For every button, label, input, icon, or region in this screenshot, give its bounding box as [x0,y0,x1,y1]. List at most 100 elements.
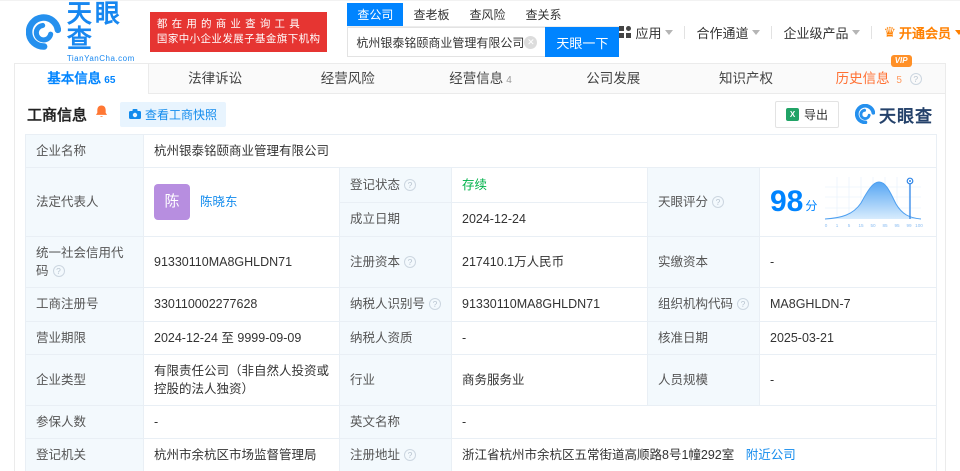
help-icon[interactable] [404,449,417,461]
divider [771,25,773,39]
field-label: 营业期限 [25,320,144,355]
legal-rep-link[interactable]: 陈晓东 [200,193,238,211]
nav-enterprise-products[interactable]: 企业级产品 [783,23,861,42]
tab-history-info[interactable]: 历史信息 VIP 5 [812,55,945,93]
score-value: 98 [770,185,804,219]
help-icon[interactable] [404,178,417,191]
field-label: 企业类型 [25,353,144,406]
tab-legal-proceedings[interactable]: 法律诉讼 [149,64,282,93]
section-toolbar: 工商信息 查看工商快照 X 导出 天眼查 [15,94,945,134]
search-tab-boss[interactable]: 查老板 [403,3,459,26]
field-label: 核准日期 [647,320,760,355]
watermark-logo: 天眼查 [855,102,933,127]
field-label: 天眼评分 [647,167,760,238]
field-label: 英文名称 [339,404,452,440]
field-label: 统一社会信用代码 [25,236,144,289]
clear-search-icon[interactable]: ✕ [524,35,538,49]
watermark-text: 天眼查 [879,106,933,126]
vip-badge: VIP [890,55,912,67]
slogan-badge: 都在用的商业查询工具 国家中小企业发展子基金旗下机构 [149,11,328,53]
tab-company-development[interactable]: 公司发展 [547,64,680,93]
help-icon[interactable] [712,196,725,209]
slogan-line1: 都在用的商业查询工具 [156,17,304,30]
reg-status-value: 存续 [451,167,648,203]
business-term-value: 2024-12-24 至 9999-09-09 [143,320,340,355]
crown-icon: ♛ [883,23,897,40]
help-icon[interactable] [404,256,417,269]
english-name-value: - [451,404,937,440]
search-tab-company[interactable]: 查公司 [347,3,404,26]
search-input[interactable]: 杭州银泰铭颐商业管理有限公司 ✕ [347,27,546,57]
svg-text:5: 5 [848,223,851,228]
logo-title: 天眼查 [66,0,123,53]
company-name-value: 杭州银泰铭颐商业管理有限公司 [143,133,937,169]
paid-capital-value: - [759,236,937,289]
svg-text:99: 99 [907,223,913,228]
table-row: 企业名称 杭州银泰铭颐商业管理有限公司 [25,133,937,169]
field-label: 工商注册号 [25,287,144,322]
tab-operation-info[interactable]: 经营信息 4 [414,64,547,93]
app-grid-icon [619,26,632,38]
field-label: 成立日期 [339,201,452,238]
help-icon[interactable] [737,298,750,311]
org-code-value: MA8GHLDN-7 [759,287,937,322]
insured-count-value: - [143,404,340,440]
tab-basic-info[interactable]: 基本信息 65 [15,64,149,94]
table-row: 法定代表人 陈 陈晓东 登记状态 存续 天眼评分 98 分 [25,167,937,238]
field-label: 登记状态 [339,167,452,203]
search-tabs: 查公司 查老板 查风险 查关系 [347,3,620,27]
search-tab-relation[interactable]: 查关系 [515,3,571,26]
nav-cooperation[interactable]: 合作通道 [696,23,761,42]
chevron-down-icon [665,29,674,35]
svg-text:100: 100 [916,223,924,228]
search-input-value: 杭州银泰铭颐商业管理有限公司 [356,35,525,50]
staff-size-value: - [759,353,937,406]
score-cell: 98 分 0 1 5 15 50 85 95 99 100 [759,167,937,238]
monitor-bell-icon[interactable] [95,104,108,124]
search-tab-risk[interactable]: 查风险 [459,3,515,26]
svg-text:15: 15 [859,223,865,228]
field-label: 参保人数 [25,404,144,440]
credit-code-value: 91330110MA8GHLDN71 [143,236,340,289]
business-info-table: 企业名称 杭州银泰铭颐商业管理有限公司 法定代表人 陈 陈晓东 登记状态 存续 … [25,133,937,471]
field-label: 纳税人资质 [339,320,452,355]
table-row: 参保人数 - 英文名称 - [25,404,937,440]
chart-x-axis-ticks: 0 1 5 15 50 85 95 99 100 [825,223,923,228]
taxpayer-id-value: 91330110MA8GHLDN71 [451,287,648,322]
tianyancha-logo[interactable]: 天眼查 TianYanCha.com [26,0,140,63]
reg-address-cell: 浙江省杭州市余杭区五常街道高顺路8号1幢292室 附近公司 [451,437,937,471]
nav-open-vip[interactable]: ♛ 开通会员 [883,23,960,42]
table-row: 工商注册号 330110002277628 纳税人识别号 91330110MA8… [25,287,937,322]
field-label: 注册资本 [339,236,452,289]
field-label: 企业名称 [25,133,144,169]
legal-rep-cell: 陈 陈晓东 [143,167,340,238]
score-unit: 分 [805,199,818,214]
nav-apps[interactable]: 应用 [619,23,674,42]
help-icon[interactable] [52,265,65,278]
chevron-down-icon [852,29,861,35]
export-button[interactable]: X 导出 [774,100,839,128]
help-icon[interactable] [909,73,922,85]
header-nav: 应用 合作通道 企业级产品 ♛ 开通会员 费米 [619,23,960,42]
search-button[interactable]: 天眼一下 [545,27,620,57]
svg-text:85: 85 [883,223,889,228]
tab-intellectual-property[interactable]: 知识产权 [680,64,813,93]
tab-operation-risk[interactable]: 经营风险 [281,64,414,93]
nearby-companies-link[interactable]: 附近公司 [746,448,796,462]
tianyancha-watermark-icon [855,104,875,124]
field-label: 人员规模 [647,353,760,406]
reg-authority-value: 杭州市余杭区市场监督管理局 [143,437,340,471]
table-row: 企业类型 有限责任公司（非自然人投资或控股的法人独资） 行业 商务服务业 人员规… [25,353,937,406]
tianyancha-logo-icon [26,14,61,50]
help-icon[interactable] [429,298,442,311]
industry-value: 商务服务业 [451,353,648,406]
field-label: 纳税人识别号 [339,287,452,322]
field-label: 注册地址 [339,437,452,471]
business-snapshot-button[interactable]: 查看工商快照 [120,101,227,127]
search-module: 查公司 查老板 查风险 查关系 杭州银泰铭颐商业管理有限公司 ✕ 天眼一下 [347,3,620,57]
svg-text:95: 95 [895,223,901,228]
avatar[interactable]: 陈 [154,184,190,221]
field-label: 行业 [339,353,452,406]
tab-count: 65 [104,75,116,86]
reg-capital-value: 217410.1万人民币 [451,236,648,289]
